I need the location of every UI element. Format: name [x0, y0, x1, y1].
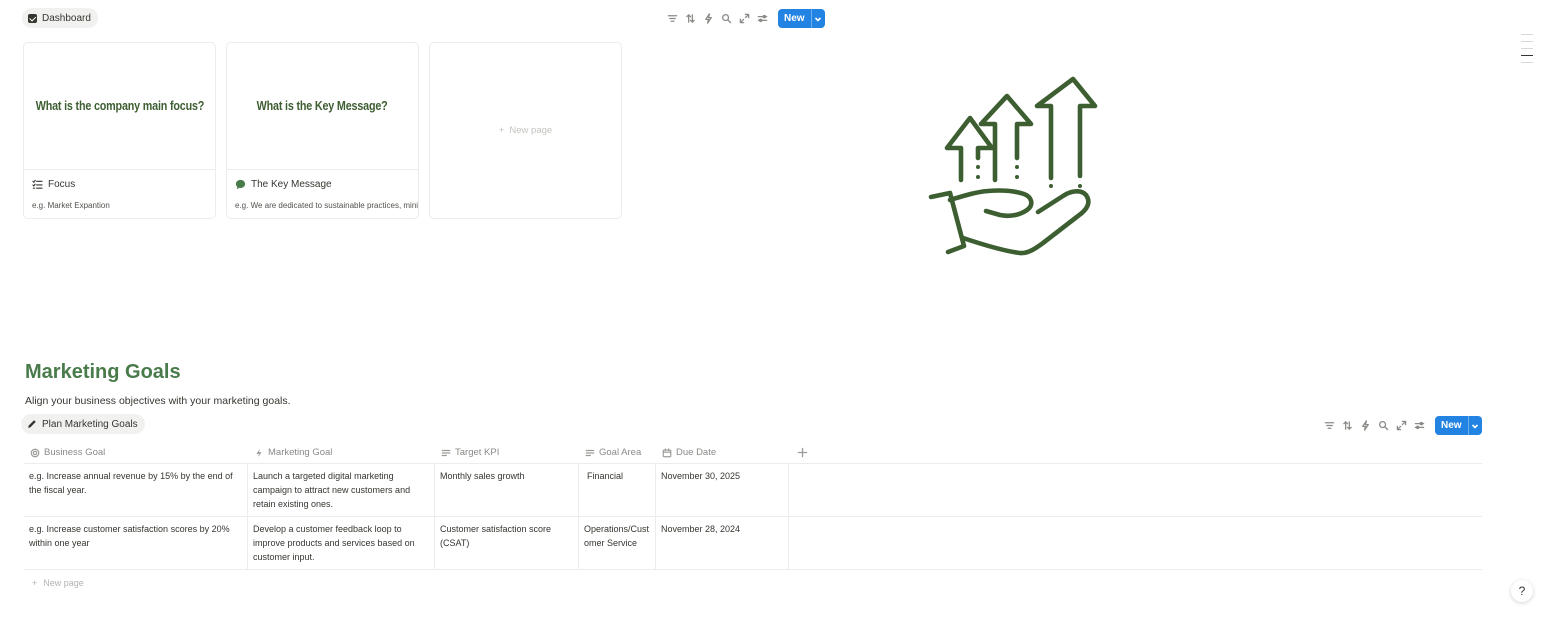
column-header-label: Due Date: [676, 447, 717, 458]
card-title: Focus: [32, 179, 75, 190]
search-icon[interactable]: [719, 11, 734, 26]
goals-table: Business Goal Marketing Goal Target KPI …: [24, 442, 1482, 596]
column-header-due-date[interactable]: Due Date: [656, 442, 789, 463]
filter-icon[interactable]: [1322, 418, 1337, 433]
table-new-page[interactable]: + New page: [24, 570, 1482, 596]
chevron-down-icon[interactable]: [1467, 416, 1482, 435]
card-title-text: Focus: [48, 179, 76, 190]
sort-icon[interactable]: [683, 11, 698, 26]
automation-icon[interactable]: [1358, 418, 1373, 433]
cell-marketing-goal[interactable]: Launch a targeted digital marketing camp…: [248, 464, 435, 516]
text-lines-icon: [441, 449, 451, 456]
cell-due-date[interactable]: November 28, 2024: [656, 517, 789, 569]
new-page-label: New page: [43, 578, 84, 588]
settings-icon[interactable]: [755, 11, 770, 26]
new-button-label: New: [784, 13, 805, 24]
automation-icon[interactable]: [701, 11, 716, 26]
expand-icon[interactable]: [1394, 418, 1409, 433]
view-tab-plan-marketing-goals[interactable]: Plan Marketing Goals: [21, 414, 145, 434]
lightning-icon: [256, 448, 262, 457]
help-button[interactable]: ?: [1511, 580, 1533, 602]
growth-hand-icon: [928, 76, 1098, 256]
table-header: Business Goal Marketing Goal Target KPI …: [24, 442, 1482, 464]
cell-goal-area[interactable]: Operations/Customer Service: [579, 517, 656, 569]
cell-due-date[interactable]: November 30, 2025: [656, 464, 789, 516]
add-column-button[interactable]: [789, 442, 1482, 463]
chevron-down-icon[interactable]: [810, 9, 825, 28]
sort-icon[interactable]: [1340, 418, 1355, 433]
new-button[interactable]: New: [1435, 416, 1482, 435]
view-tab-dashboard[interactable]: Dashboard: [22, 8, 98, 28]
cell-target-kpi[interactable]: Customer satisfaction score (CSAT): [435, 517, 579, 569]
cell-target-kpi[interactable]: Monthly sales growth: [435, 464, 579, 516]
page-outline[interactable]: [1521, 34, 1533, 63]
search-icon[interactable]: [1376, 418, 1391, 433]
card-cover: What is the company main focus?: [24, 43, 215, 170]
cell-empty: [789, 517, 1482, 569]
filter-icon[interactable]: [665, 11, 680, 26]
help-icon: ?: [1518, 584, 1526, 598]
checklist-icon: [32, 179, 43, 189]
new-button[interactable]: New: [778, 9, 825, 28]
cell-empty: [789, 464, 1482, 516]
gallery-card-key-message[interactable]: What is the Key Message? The Key Message…: [226, 42, 419, 219]
text-lines-icon: [585, 449, 595, 456]
section-description: Align your business objectives with your…: [25, 395, 291, 407]
new-button-label: New: [1441, 420, 1462, 431]
cell-business-goal[interactable]: e.g. Increase customer satisfaction scor…: [24, 517, 248, 569]
card-title: The Key Message: [235, 179, 332, 190]
gallery-new-page[interactable]: + New page: [429, 42, 622, 219]
card-property: e.g. We are dedicated to sustainable pra…: [235, 201, 418, 210]
new-page-label: New page: [509, 125, 553, 136]
plus-icon: [797, 447, 808, 458]
column-header-label: Business Goal: [44, 447, 106, 458]
card-cover: What is the Key Message?: [227, 43, 418, 170]
gallery-toolbar: New: [665, 9, 825, 28]
view-tab-label: Dashboard: [42, 12, 91, 24]
column-header-marketing-goal[interactable]: Marketing Goal: [248, 442, 435, 463]
card-cover-text: What is the company main focus?: [35, 99, 204, 113]
calendar-icon: [662, 447, 672, 457]
view-tab-label: Plan Marketing Goals: [42, 418, 138, 430]
expand-icon[interactable]: [737, 11, 752, 26]
checkbox-icon: [28, 13, 37, 23]
cell-goal-area[interactable]: Financial: [579, 464, 656, 516]
target-icon: [30, 448, 40, 457]
column-header-label: Target KPI: [455, 447, 500, 458]
column-header-label: Goal Area: [599, 447, 642, 458]
table-row[interactable]: e.g. Increase customer satisfaction scor…: [24, 517, 1482, 570]
settings-icon[interactable]: [1412, 418, 1427, 433]
section-heading: Marketing Goals: [25, 361, 181, 383]
plus-icon: +: [498, 125, 505, 136]
card-cover-text: What is the Key Message?: [257, 99, 388, 113]
card-property: e.g. Market Expantion: [32, 201, 110, 210]
pencil-icon: [28, 420, 36, 428]
plus-icon: +: [32, 578, 38, 588]
cell-marketing-goal[interactable]: Develop a customer feedback loop to impr…: [248, 517, 435, 569]
table-toolbar: New: [1322, 416, 1482, 435]
column-header-target-kpi[interactable]: Target KPI: [435, 442, 579, 463]
speech-bubble-icon: [235, 179, 246, 190]
table-row[interactable]: e.g. Increase annual revenue by 15% by t…: [24, 464, 1482, 517]
cell-business-goal[interactable]: e.g. Increase annual revenue by 15% by t…: [24, 464, 248, 516]
card-title-text: The Key Message: [251, 179, 332, 190]
column-header-goal-area[interactable]: Goal Area: [579, 442, 656, 463]
column-header-business-goal[interactable]: Business Goal: [24, 442, 248, 463]
column-header-label: Marketing Goal: [268, 447, 333, 458]
gallery-card-focus[interactable]: What is the company main focus? Focus e.…: [23, 42, 216, 219]
